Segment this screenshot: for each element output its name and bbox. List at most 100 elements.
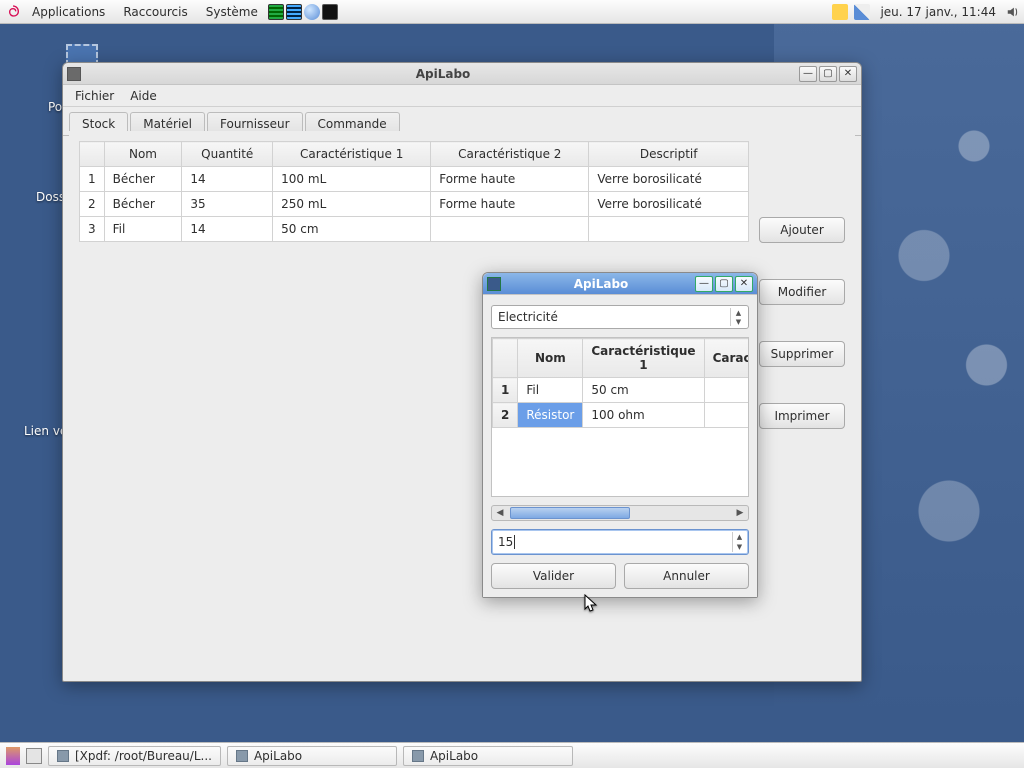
- quantity-spinner-icon[interactable]: ▲▼: [732, 532, 746, 552]
- table-row[interactable]: 2Bécher35250 mLForme hauteVerre borosili…: [80, 192, 749, 217]
- table-cell[interactable]: 100 ohm: [583, 403, 704, 428]
- task-apilabo-1[interactable]: ApiLabo: [227, 746, 397, 766]
- table-cell[interactable]: 2: [80, 192, 105, 217]
- table-cell[interactable]: 100 mL: [273, 167, 431, 192]
- panel-menu-shortcuts[interactable]: Raccourcis: [115, 3, 195, 21]
- window-app-icon: [67, 67, 81, 81]
- scroll-right-icon[interactable]: ▶: [732, 508, 748, 518]
- delete-button[interactable]: Supprimer: [759, 341, 845, 367]
- dialog-table-blank: [492, 428, 748, 497]
- table-cell[interactable]: 250 mL: [273, 192, 431, 217]
- dialog-titlebar[interactable]: ApiLabo — ▢ ✕: [483, 273, 757, 295]
- table-cell[interactable]: 1: [80, 167, 105, 192]
- panel-menu-applications[interactable]: Applications: [24, 3, 113, 21]
- validate-button[interactable]: Valider: [491, 563, 616, 589]
- main-title: ApiLabo: [87, 67, 799, 81]
- desktop-label-2[interactable]: Doss: [36, 190, 65, 204]
- col-rownum[interactable]: [80, 142, 105, 167]
- tray-app-icon[interactable]: [832, 4, 848, 20]
- dialog-body: Electricité ▲▼ Nom Caractéristique 1 Car…: [483, 295, 757, 597]
- dcol-carac2[interactable]: Carac: [704, 339, 749, 378]
- table-cell[interactable]: [589, 217, 749, 242]
- table-cell[interactable]: Forme haute: [431, 167, 589, 192]
- dialog-app-icon: [487, 277, 501, 291]
- stock-table[interactable]: Nom Quantité Caractéristique 1 Caractéri…: [79, 141, 749, 242]
- task-apilabo1-label: ApiLabo: [254, 749, 302, 763]
- dcol-nom[interactable]: Nom: [518, 339, 583, 378]
- top-panel: Applications Raccourcis Système jeu. 17 …: [0, 0, 1024, 24]
- minimize-button[interactable]: —: [799, 66, 817, 82]
- dialog-window: ApiLabo — ▢ ✕ Electricité ▲▼ Nom Caracté…: [482, 272, 758, 598]
- table-cell[interactable]: Verre borosilicaté: [589, 167, 749, 192]
- volume-icon[interactable]: [1006, 5, 1020, 19]
- table-cell[interactable]: [704, 403, 749, 428]
- modify-button[interactable]: Modifier: [759, 279, 845, 305]
- dialog-table[interactable]: Nom Caractéristique 1 Carac 1Fil50 cm2Ré…: [492, 338, 749, 428]
- workspace-switcher-icon[interactable]: [26, 748, 42, 764]
- cancel-button[interactable]: Annuler: [624, 563, 749, 589]
- show-desktop-icon[interactable]: [6, 747, 20, 765]
- terminal-icon[interactable]: [322, 4, 338, 20]
- task-apilabo1-icon: [236, 750, 248, 762]
- debian-logo-icon[interactable]: [4, 3, 22, 21]
- table-cell[interactable]: [431, 217, 589, 242]
- table-row[interactable]: 1Fil50 cm: [493, 378, 750, 403]
- scroll-left-icon[interactable]: ◀: [492, 508, 508, 518]
- category-combo[interactable]: Electricité ▲▼: [491, 305, 749, 329]
- table-cell[interactable]: Bécher: [104, 192, 182, 217]
- task-xpdf[interactable]: [Xpdf: /root/Bureau/L...: [48, 746, 221, 766]
- table-row[interactable]: 1Bécher14100 mLForme hauteVerre borosili…: [80, 167, 749, 192]
- network-globe-icon[interactable]: [304, 4, 320, 20]
- table-cell[interactable]: [704, 378, 749, 403]
- table-cell[interactable]: 50 cm: [273, 217, 431, 242]
- system-monitor-icon[interactable]: [268, 4, 284, 20]
- system-monitor2-icon[interactable]: [286, 4, 302, 20]
- table-cell[interactable]: Résistor: [518, 403, 583, 428]
- dialog-hscrollbar[interactable]: ◀ ▶: [491, 505, 749, 521]
- dialog-close-button[interactable]: ✕: [735, 276, 753, 292]
- table-row[interactable]: 3Fil1450 cm: [80, 217, 749, 242]
- table-cell[interactable]: Forme haute: [431, 192, 589, 217]
- desktop-label-3[interactable]: Lien ve: [24, 424, 67, 438]
- table-row[interactable]: 2Résistor100 ohm: [493, 403, 750, 428]
- table-cell[interactable]: 2: [493, 403, 518, 428]
- maximize-button[interactable]: ▢: [819, 66, 837, 82]
- table-cell[interactable]: Fil: [104, 217, 182, 242]
- table-cell[interactable]: Fil: [518, 378, 583, 403]
- table-cell[interactable]: 14: [182, 217, 273, 242]
- table-cell[interactable]: Bécher: [104, 167, 182, 192]
- table-cell[interactable]: 14: [182, 167, 273, 192]
- menu-help[interactable]: Aide: [122, 87, 165, 105]
- dcol-rownum[interactable]: [493, 339, 518, 378]
- table-cell[interactable]: 1: [493, 378, 518, 403]
- dialog-title: ApiLabo: [507, 277, 695, 291]
- task-apilabo2-icon: [412, 750, 424, 762]
- table-cell[interactable]: 50 cm: [583, 378, 704, 403]
- quantity-input[interactable]: 15 ▲▼: [491, 529, 749, 555]
- dialog-minimize-button[interactable]: —: [695, 276, 713, 292]
- clock[interactable]: jeu. 17 janv., 11:44: [876, 5, 1000, 19]
- col-carac2[interactable]: Caractéristique 2: [431, 142, 589, 167]
- main-titlebar[interactable]: ApiLabo — ▢ ✕: [63, 63, 861, 85]
- print-button[interactable]: Imprimer: [759, 403, 845, 429]
- col-carac1[interactable]: Caractéristique 1: [273, 142, 431, 167]
- network-status-icon[interactable]: [854, 4, 870, 20]
- table-cell[interactable]: 35: [182, 192, 273, 217]
- table-cell[interactable]: 3: [80, 217, 105, 242]
- col-quantite[interactable]: Quantité: [182, 142, 273, 167]
- task-apilabo2-label: ApiLabo: [430, 749, 478, 763]
- close-button[interactable]: ✕: [839, 66, 857, 82]
- table-cell[interactable]: Verre borosilicaté: [589, 192, 749, 217]
- dcol-carac1[interactable]: Caractéristique 1: [583, 339, 704, 378]
- task-apilabo-2[interactable]: ApiLabo: [403, 746, 573, 766]
- combo-spinner-icon[interactable]: ▲▼: [730, 308, 746, 326]
- col-descriptif[interactable]: Descriptif: [589, 142, 749, 167]
- panel-menu-system[interactable]: Système: [198, 3, 266, 21]
- add-button[interactable]: Ajouter: [759, 217, 845, 243]
- dialog-maximize-button[interactable]: ▢: [715, 276, 733, 292]
- side-buttons: Ajouter Modifier Supprimer Imprimer: [759, 131, 855, 675]
- col-nom[interactable]: Nom: [104, 142, 182, 167]
- scroll-thumb[interactable]: [510, 507, 630, 519]
- menu-file[interactable]: Fichier: [67, 87, 122, 105]
- bottom-panel: [Xpdf: /root/Bureau/L... ApiLabo ApiLabo: [0, 742, 1024, 768]
